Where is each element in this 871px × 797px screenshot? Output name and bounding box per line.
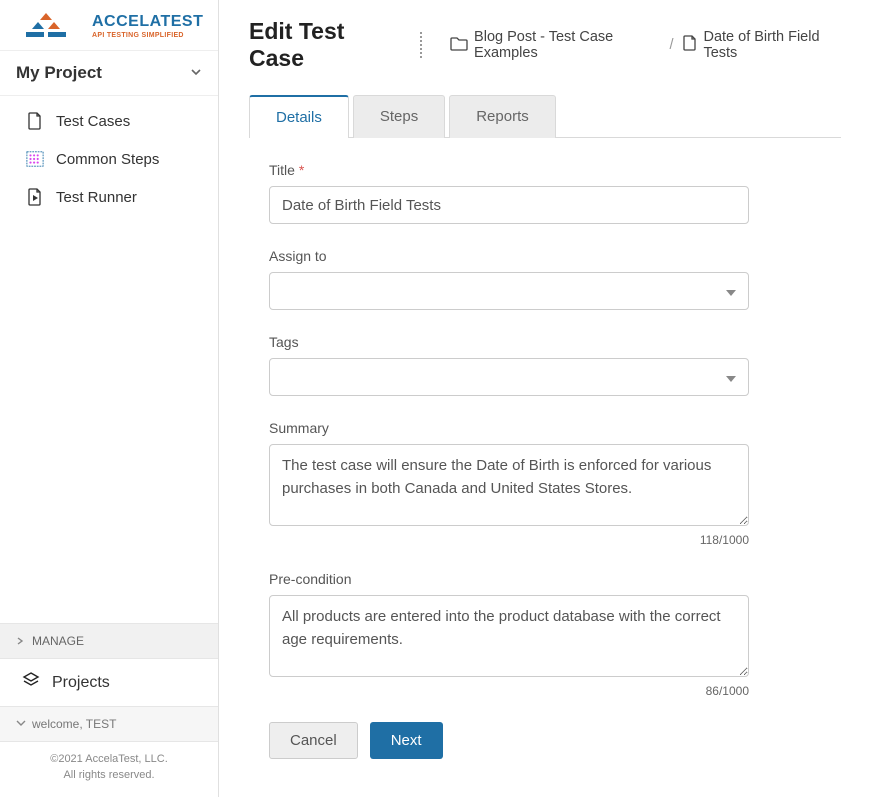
precondition-label: Pre-condition xyxy=(269,571,749,587)
nav: Test Cases Common Steps Test Runner xyxy=(0,96,218,216)
header: Edit Test Case Blog Post - Test Case Exa… xyxy=(249,18,841,72)
breadcrumb-separator: / xyxy=(667,37,675,53)
summary-label: Summary xyxy=(269,420,749,436)
logo: ACCELATEST API TESTING SIMPLIFIED xyxy=(0,0,218,51)
brand-tagline: API TESTING SIMPLIFIED xyxy=(92,32,203,39)
chevron-right-icon xyxy=(16,634,24,648)
file-play-icon xyxy=(26,188,44,206)
breadcrumb: Blog Post - Test Case Examples / Date of… xyxy=(450,29,841,61)
field-tags: Tags xyxy=(269,334,749,396)
layers-icon xyxy=(22,671,40,694)
logo-text: ACCELATEST API TESTING SIMPLIFIED xyxy=(92,14,203,39)
next-button[interactable]: Next xyxy=(370,722,443,759)
project-selector[interactable]: My Project xyxy=(0,51,218,96)
field-assign-to: Assign to xyxy=(269,248,749,310)
tags-label: Tags xyxy=(269,334,749,350)
assign-label: Assign to xyxy=(269,248,749,264)
tabs: Details Steps Reports xyxy=(249,94,841,138)
sidebar-item-label: Test Runner xyxy=(56,189,137,206)
breadcrumb-file[interactable]: Date of Birth Field Tests xyxy=(683,29,841,61)
summary-char-count: 118/1000 xyxy=(269,533,749,547)
form: Title * Assign to Tags Summary 118/1000 xyxy=(249,162,749,759)
required-indicator: * xyxy=(299,162,304,178)
sidebar-item-label: Test Cases xyxy=(56,113,130,130)
assign-select[interactable] xyxy=(269,272,749,310)
footer-line1: ©2021 AccelaTest, LLC. xyxy=(12,752,206,767)
brand-name: ACCELATEST xyxy=(92,14,203,30)
field-precondition: Pre-condition 86/1000 xyxy=(269,571,749,698)
project-label: My Project xyxy=(16,63,102,83)
main: Edit Test Case Blog Post - Test Case Exa… xyxy=(219,0,871,797)
breadcrumb-folder[interactable]: Blog Post - Test Case Examples xyxy=(450,29,659,61)
welcome-label: welcome, TEST xyxy=(32,717,116,731)
title-label: Title * xyxy=(269,162,749,178)
title-input[interactable] xyxy=(269,186,749,224)
sidebar-item-common-steps[interactable]: Common Steps xyxy=(0,140,218,178)
precondition-char-count: 86/1000 xyxy=(269,684,749,698)
footer-line2: All rights reserved. xyxy=(12,768,206,783)
tab-steps[interactable]: Steps xyxy=(353,95,445,138)
manage-label: MANAGE xyxy=(32,634,84,648)
field-title: Title * xyxy=(269,162,749,224)
file-icon xyxy=(683,35,697,55)
button-row: Cancel Next xyxy=(269,722,749,759)
sidebar-item-test-runner[interactable]: Test Runner xyxy=(0,178,218,216)
grid-icon xyxy=(26,150,44,168)
cancel-button[interactable]: Cancel xyxy=(269,722,358,759)
caret-down-icon xyxy=(726,369,736,386)
sidebar-item-projects[interactable]: Projects xyxy=(0,659,218,706)
manage-section-header[interactable]: MANAGE xyxy=(0,623,218,659)
tags-select[interactable] xyxy=(269,358,749,396)
page-title: Edit Test Case xyxy=(249,18,392,72)
sidebar-item-test-cases[interactable]: Test Cases xyxy=(0,102,218,140)
chevron-down-icon xyxy=(190,65,202,81)
file-icon xyxy=(26,112,44,130)
breadcrumb-label: Blog Post - Test Case Examples xyxy=(474,29,659,61)
vertical-divider xyxy=(420,32,422,58)
caret-down-icon xyxy=(726,283,736,300)
precondition-textarea[interactable] xyxy=(269,595,749,677)
footer: ©2021 AccelaTest, LLC. All rights reserv… xyxy=(0,742,218,797)
tab-reports[interactable]: Reports xyxy=(449,95,556,138)
logo-mark-icon xyxy=(24,13,68,39)
sidebar-item-label: Common Steps xyxy=(56,151,159,168)
chevron-down-icon xyxy=(16,717,26,731)
summary-textarea[interactable] xyxy=(269,444,749,526)
field-summary: Summary 118/1000 xyxy=(269,420,749,547)
breadcrumb-label: Date of Birth Field Tests xyxy=(703,29,841,61)
projects-label: Projects xyxy=(52,674,110,692)
sidebar: ACCELATEST API TESTING SIMPLIFIED My Pro… xyxy=(0,0,219,797)
welcome-user[interactable]: welcome, TEST xyxy=(0,706,218,742)
folder-icon xyxy=(450,36,468,55)
tab-details[interactable]: Details xyxy=(249,95,349,138)
